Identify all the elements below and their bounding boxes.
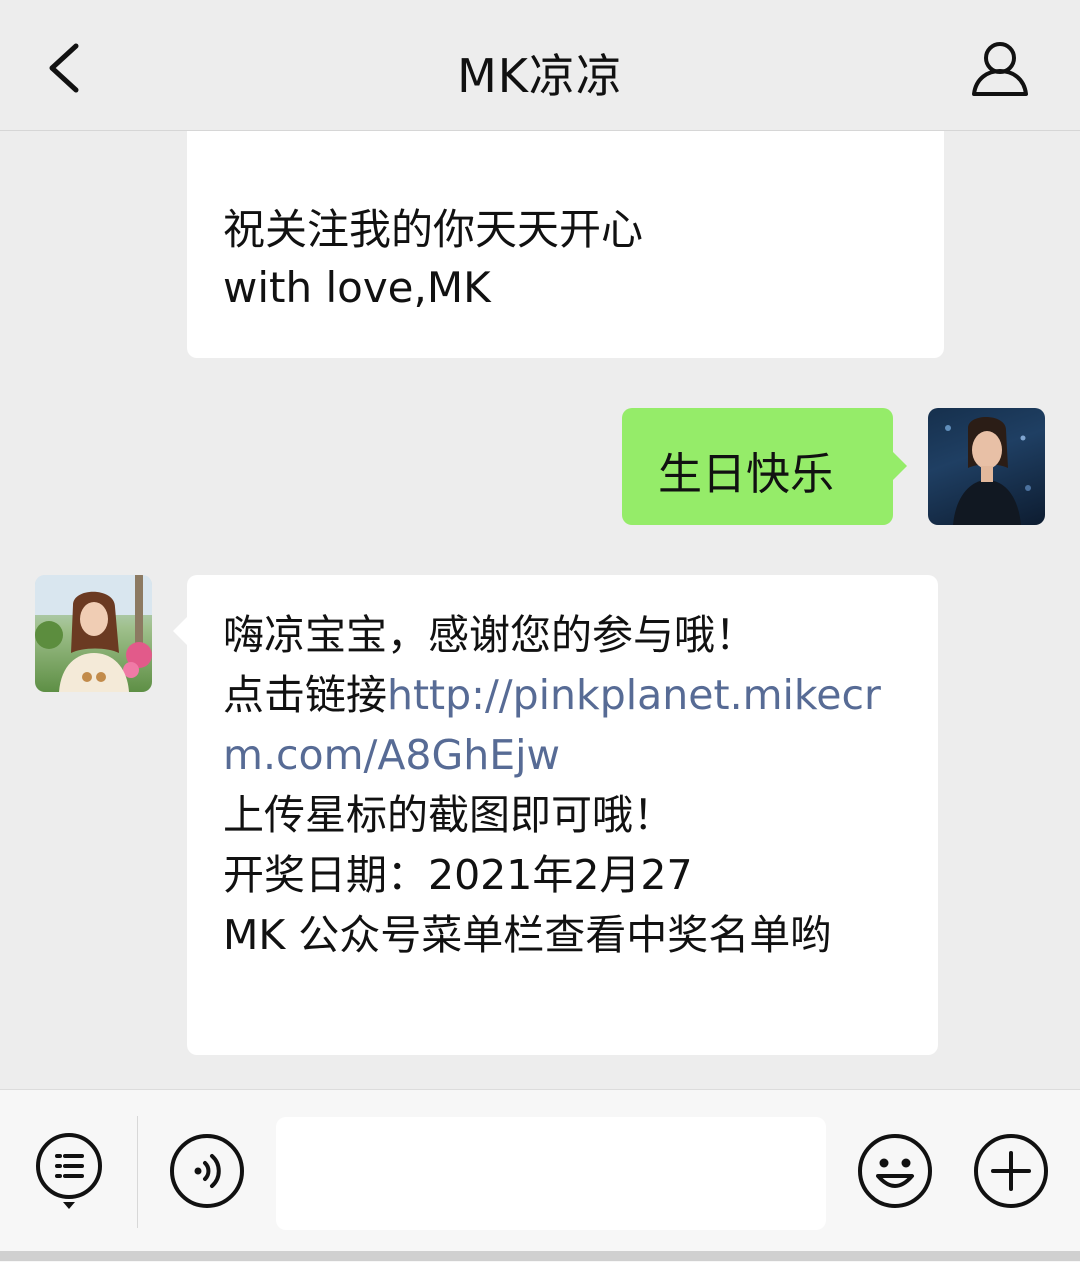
message-text: 生日快乐	[658, 449, 834, 500]
toolbar-divider	[137, 1116, 138, 1228]
emoji-button[interactable]	[856, 1132, 934, 1210]
chat-info-button[interactable]	[966, 38, 1034, 100]
list-menu-icon	[36, 1133, 102, 1209]
message-line: MK 公众号菜单栏查看中奖名单哟	[223, 911, 832, 959]
chat-header: MK凉凉	[0, 0, 1080, 131]
voice-button[interactable]	[168, 1132, 246, 1210]
more-button[interactable]	[972, 1132, 1050, 1210]
message-text: 嗨凉宝宝，感谢您的参与哦！ 点击链接http://pinkplanet.mikec…	[223, 605, 913, 965]
smiley-icon	[858, 1134, 932, 1208]
voice-icon	[170, 1134, 244, 1208]
menu-button[interactable]	[34, 1132, 104, 1212]
message-line: 开奖日期：2021年2月27	[223, 851, 693, 899]
message-line: 嗨凉宝宝，感谢您的参与哦！	[223, 611, 756, 659]
avatar-photo	[35, 575, 152, 692]
message-line: 上传星标的截图即可哦！	[223, 791, 674, 839]
message-bubble-received[interactable]: 嗨凉宝宝，感谢您的参与哦！ 点击链接http://pinkplanet.mikec…	[173, 575, 938, 1055]
message-bubble-received[interactable]: 祝关注我的你天天开心 with love,MK	[187, 131, 944, 358]
home-indicator-strip	[0, 1251, 1080, 1261]
chat-title: MK凉凉	[457, 49, 623, 103]
contact-avatar[interactable]	[35, 575, 152, 692]
message-bubble-sent[interactable]: 生日快乐	[622, 408, 907, 525]
my-avatar[interactable]	[928, 408, 1045, 525]
plus-icon	[974, 1134, 1048, 1208]
avatar-photo	[945, 416, 1031, 525]
message-text: 祝关注我的你天天开心 with love,MK	[223, 205, 644, 312]
message-input[interactable]	[276, 1117, 826, 1230]
person-icon	[972, 42, 1028, 96]
message-line: 点击链接	[223, 671, 387, 719]
message-list[interactable]: 祝关注我的你天天开心 with love,MK 生日快乐 嗨凉宝宝，感谢您的参与…	[0, 131, 1080, 1089]
input-toolbar	[0, 1089, 1080, 1262]
